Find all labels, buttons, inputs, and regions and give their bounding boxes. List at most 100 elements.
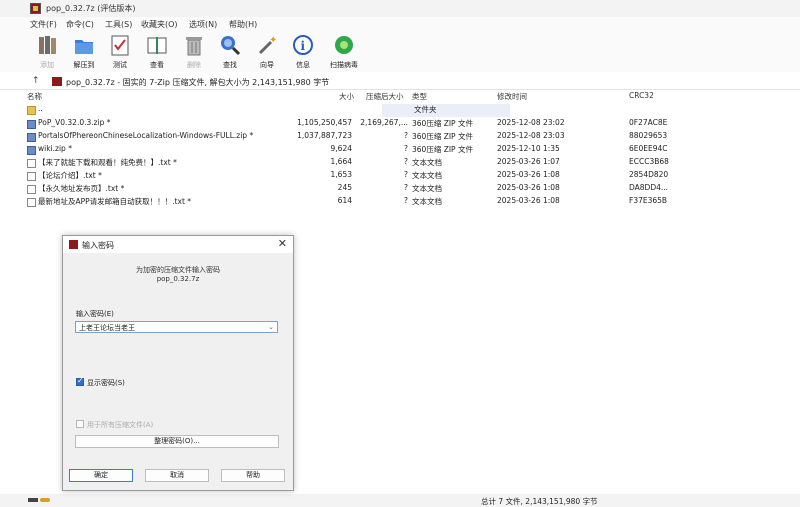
- file-crc: F37E365B: [629, 196, 668, 205]
- info-label: 信息: [296, 61, 310, 69]
- password-value: 上老王论坛当老王: [79, 324, 135, 332]
- file-name: PortalsOfPhereonChineseLocalization-Wind…: [38, 131, 254, 140]
- file-name: 【永久地址发布页】.txt *: [38, 184, 125, 193]
- extract-to-button[interactable]: 解压到: [67, 34, 101, 72]
- info-button[interactable]: i 信息: [286, 34, 320, 72]
- menu-commands[interactable]: 命令(C): [66, 19, 94, 30]
- winrar-app-icon: [30, 3, 41, 14]
- column-type[interactable]: 类型: [412, 91, 427, 104]
- wizard-button[interactable]: ✦ 向导: [250, 34, 284, 72]
- file-modified: 2025-12-08 23:03: [497, 131, 565, 140]
- column-modified[interactable]: 修改时间: [497, 91, 527, 104]
- file-row[interactable]: 【永久地址发布页】.txt * 245 ? 文本文档 2025-03-26 1:…: [27, 183, 675, 196]
- text-file-icon: [27, 159, 36, 168]
- use-for-all-label[interactable]: 用于所有压缩文件(A): [87, 420, 153, 430]
- file-crc: ECCC3B68: [629, 157, 669, 166]
- file-modified: 2025-12-08 23:02: [497, 118, 565, 127]
- file-type: 360压缩 ZIP 文件: [412, 145, 473, 154]
- file-name: 最新地址及APP请发邮箱自动获取！！！.txt *: [38, 197, 192, 206]
- file-crc: 6E0EE94C: [629, 144, 668, 153]
- test-label: 测试: [113, 61, 127, 69]
- file-name: 【论坛介绍】.txt *: [38, 171, 102, 180]
- column-crc[interactable]: CRC32: [629, 91, 654, 104]
- test-button[interactable]: 测试: [103, 34, 137, 72]
- file-packed: 2,169,267,...: [360, 118, 408, 127]
- status-bar: 总计 7 文件, 2,143,151,980 字节: [0, 494, 800, 507]
- wizard-label: 向导: [260, 61, 274, 69]
- view-button[interactable]: 查看: [140, 34, 174, 72]
- file-row[interactable]: 最新地址及APP请发邮箱自动获取！！！.txt * 614 ? 文本文档 202…: [27, 196, 675, 209]
- file-packed: ?: [404, 157, 408, 166]
- column-size[interactable]: 大小: [339, 91, 354, 104]
- winrar-dialog-icon: [69, 240, 78, 249]
- parent-folder-row[interactable]: .. 文件夹: [27, 104, 675, 117]
- file-crc: 0F27AC8E: [629, 118, 668, 127]
- file-modified: 2025-03-26 1:08: [497, 196, 560, 205]
- virus-scan-icon: [333, 34, 355, 56]
- file-packed: ?: [404, 131, 408, 140]
- use-for-all-checkbox[interactable]: [76, 420, 84, 428]
- magnifier-icon: [219, 34, 241, 56]
- file-type: 文本文档: [412, 171, 442, 180]
- file-type: 文本文档: [412, 197, 442, 206]
- organize-passwords-button[interactable]: 整理密码(O)...: [75, 435, 279, 448]
- file-size: 1,105,250,457: [297, 118, 352, 127]
- file-name: ..: [38, 104, 43, 113]
- file-size: 1,653: [330, 170, 352, 179]
- key-icon[interactable]: [40, 498, 50, 502]
- delete-button[interactable]: 删除: [177, 34, 211, 72]
- menu-bar: 文件(F) 命令(C) 工具(S) 收藏夹(O) 选项(N) 帮助(H): [0, 17, 800, 32]
- file-packed: ?: [404, 144, 408, 153]
- file-packed: ?: [404, 170, 408, 179]
- svg-text:✦: ✦: [269, 35, 277, 46]
- add-button[interactable]: 添加: [30, 34, 64, 72]
- file-size: 1,664: [330, 157, 352, 166]
- wand-icon: ✦: [256, 34, 278, 56]
- find-button[interactable]: 查找: [213, 34, 247, 72]
- winrar-window: pop_0.32.7z (评估版本) 文件(F) 命令(C) 工具(S) 收藏夹…: [0, 0, 800, 507]
- file-row[interactable]: 【来了就能下载和观看！纯免费！】.txt * 1,664 ? 文本文档 2025…: [27, 157, 675, 170]
- file-modified: 2025-03-26 1:07: [497, 157, 560, 166]
- file-packed: ?: [404, 183, 408, 192]
- status-total: 总计 7 文件, 2,143,151,980 字节: [481, 497, 598, 506]
- show-password-checkbox[interactable]: [76, 376, 84, 386]
- show-password-label[interactable]: 显示密码(S): [87, 378, 125, 388]
- menu-tools[interactable]: 工具(S): [105, 19, 132, 30]
- trash-icon: [183, 34, 205, 56]
- password-input[interactable]: 上老王论坛当老王 ⌄: [75, 321, 278, 333]
- file-modified: 2025-03-26 1:08: [497, 183, 560, 192]
- cancel-button[interactable]: 取消: [145, 469, 209, 482]
- file-modified: 2025-03-26 1:08: [497, 170, 560, 179]
- chevron-down-icon[interactable]: ⌄: [268, 323, 274, 331]
- password-label: 输入密码(E): [76, 310, 114, 318]
- extract-to-label: 解压到: [73, 61, 95, 69]
- menu-options[interactable]: 选项(N): [189, 19, 217, 30]
- password-dialog: 输入密码 ✕ 为加密的压缩文件输入密码 pop_0.32.7z 输入密码(E) …: [62, 235, 294, 491]
- drive-icon: [28, 498, 38, 502]
- help-button[interactable]: 帮助: [221, 469, 285, 482]
- up-arrow-icon[interactable]: ↑: [32, 76, 40, 86]
- text-file-icon: [27, 185, 36, 194]
- add-button-label: 添加: [40, 61, 54, 69]
- dialog-message: 为加密的压缩文件输入密码: [136, 266, 220, 274]
- file-name: 【来了就能下载和观看！纯免费！】.txt *: [38, 158, 177, 167]
- virus-scan-button[interactable]: 扫描病毒: [327, 34, 361, 72]
- file-row[interactable]: PoP_V0.32.0.3.zip * 1,105,250,457 2,169,…: [27, 118, 675, 131]
- info-icon: i: [292, 34, 314, 56]
- file-type: 文本文档: [412, 184, 442, 193]
- file-row[interactable]: PortalsOfPhereonChineseLocalization-Wind…: [27, 131, 675, 144]
- column-packed[interactable]: 压缩后大小: [366, 91, 404, 104]
- dialog-title-bar: 输入密码 ✕: [63, 236, 293, 253]
- ok-button[interactable]: 确定: [69, 469, 133, 482]
- address-bar: ↑ pop_0.32.7z - 固实的 7-Zip 压缩文件, 解包大小为 2,…: [0, 74, 800, 90]
- column-name[interactable]: 名称: [27, 91, 42, 104]
- close-icon[interactable]: ✕: [278, 237, 287, 250]
- menu-favorites[interactable]: 收藏夹(O): [141, 19, 178, 30]
- file-crc: 2854D820: [629, 170, 669, 179]
- menu-file[interactable]: 文件(F): [30, 19, 57, 30]
- menu-help[interactable]: 帮助(H): [229, 19, 257, 30]
- file-row[interactable]: wiki.zip * 9,624 ? 360压缩 ZIP 文件 2025-12-…: [27, 144, 675, 157]
- file-row[interactable]: 【论坛介绍】.txt * 1,653 ? 文本文档 2025-03-26 1:0…: [27, 170, 675, 183]
- folder-icon: [27, 106, 36, 115]
- file-name: PoP_V0.32.0.3.zip *: [38, 118, 111, 127]
